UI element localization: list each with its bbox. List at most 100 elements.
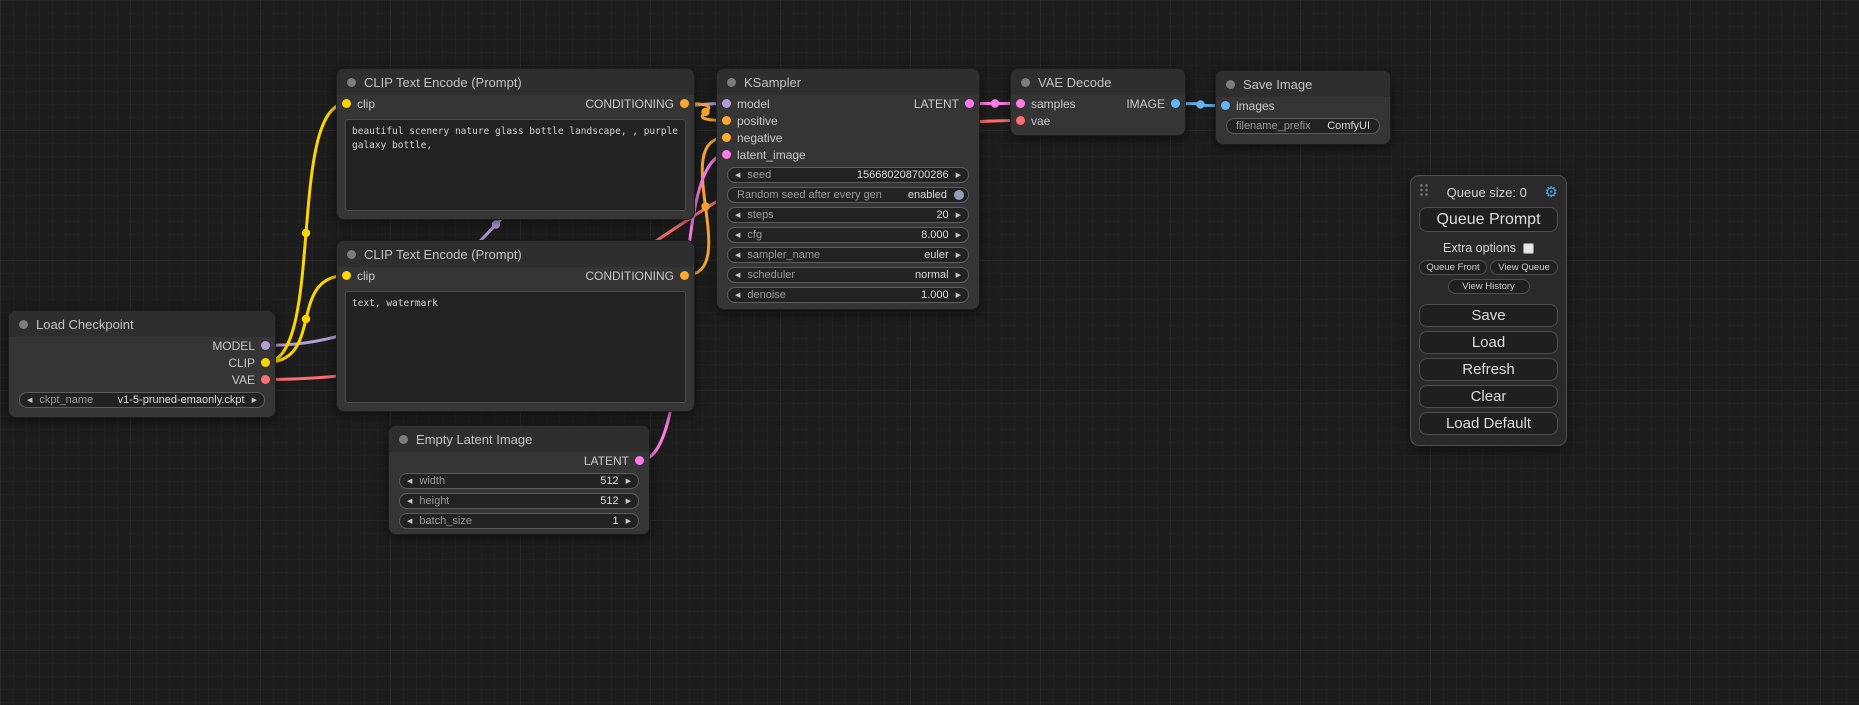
collapse-dot-icon[interactable] (347, 250, 356, 259)
node-title-bar[interactable]: KSampler (717, 69, 979, 95)
node-clip-text-encode-positive[interactable]: CLIP Text Encode (Prompt) clip CONDITION… (336, 68, 695, 220)
widget-ckpt-name[interactable]: ◀ ckpt_name v1-5-pruned-emaonly.ckpt ▶ (19, 392, 265, 408)
images-input-dot[interactable] (1221, 101, 1230, 110)
node-vae-decode[interactable]: VAE Decode samples IMAGE vae (1010, 68, 1186, 136)
vae-output-dot[interactable] (261, 375, 270, 384)
increment-arrow-icon[interactable]: ▶ (956, 252, 961, 259)
output-slot-conditioning[interactable]: CONDITIONING (585, 267, 689, 284)
increment-arrow-icon[interactable]: ▶ (626, 478, 631, 485)
queue-front-button[interactable]: Queue Front (1419, 260, 1487, 275)
node-clip-text-encode-negative[interactable]: CLIP Text Encode (Prompt) clip CONDITION… (336, 240, 695, 412)
node-title-bar[interactable]: Load Checkpoint (9, 311, 275, 337)
view-history-button[interactable]: View History (1448, 279, 1530, 294)
model-input-dot[interactable] (722, 99, 731, 108)
image-output-dot[interactable] (1171, 99, 1180, 108)
clear-button[interactable]: Clear (1419, 385, 1558, 408)
latent-output-dot[interactable] (965, 99, 974, 108)
drag-handle-icon[interactable] (1419, 183, 1429, 202)
input-slot-model[interactable]: model (722, 95, 770, 112)
decrement-arrow-icon[interactable]: ◀ (735, 172, 740, 179)
queue-prompt-button[interactable]: Queue Prompt (1419, 207, 1558, 232)
node-empty-latent-image[interactable]: Empty Latent Image LATENT ◀ width 512 ▶ … (388, 425, 650, 535)
collapse-dot-icon[interactable] (399, 435, 408, 444)
input-slot-clip[interactable]: clip (342, 267, 375, 284)
decrement-arrow-icon[interactable]: ◀ (735, 252, 740, 259)
increment-arrow-icon[interactable]: ▶ (956, 272, 961, 279)
output-slot-latent[interactable]: LATENT (914, 95, 974, 112)
vae-input-dot[interactable] (1016, 116, 1025, 125)
output-slot-vae[interactable]: VAE (232, 371, 270, 388)
input-slot-negative[interactable]: negative (722, 129, 782, 146)
input-slot-images[interactable]: images (1221, 97, 1275, 114)
widget-seed[interactable]: ◀ seed 156680208700286 ▶ (727, 167, 969, 183)
increment-arrow-icon[interactable]: ▶ (252, 397, 257, 404)
increment-arrow-icon[interactable]: ▶ (956, 212, 961, 219)
node-save-image[interactable]: Save Image images filename_prefix ComfyU… (1215, 70, 1391, 145)
input-slot-samples[interactable]: samples (1016, 95, 1076, 112)
increment-arrow-icon[interactable]: ▶ (626, 498, 631, 505)
increment-arrow-icon[interactable]: ▶ (956, 172, 961, 179)
node-title-bar[interactable]: CLIP Text Encode (Prompt) (337, 69, 694, 95)
latent-image-input-dot[interactable] (722, 150, 731, 159)
output-slot-conditioning[interactable]: CONDITIONING (585, 95, 689, 112)
collapse-dot-icon[interactable] (347, 78, 356, 87)
view-queue-button[interactable]: View Queue (1490, 260, 1558, 275)
extra-options-checkbox[interactable] (1523, 243, 1534, 254)
negative-input-dot[interactable] (722, 133, 731, 142)
refresh-button[interactable]: Refresh (1419, 358, 1558, 381)
decrement-arrow-icon[interactable]: ◀ (407, 498, 412, 505)
increment-arrow-icon[interactable]: ▶ (956, 292, 961, 299)
samples-input-dot[interactable] (1016, 99, 1025, 108)
conditioning-output-dot[interactable] (680, 99, 689, 108)
collapse-dot-icon[interactable] (727, 78, 736, 87)
output-slot-clip[interactable]: CLIP (228, 354, 270, 371)
clip-output-dot[interactable] (261, 358, 270, 367)
decrement-arrow-icon[interactable]: ◀ (735, 232, 740, 239)
decrement-arrow-icon[interactable]: ◀ (407, 478, 412, 485)
model-output-dot[interactable] (261, 341, 270, 350)
widget-cfg[interactable]: ◀ cfg 8.000 ▶ (727, 227, 969, 243)
decrement-arrow-icon[interactable]: ◀ (27, 397, 32, 404)
node-title-bar[interactable]: CLIP Text Encode (Prompt) (337, 241, 694, 267)
load-default-button[interactable]: Load Default (1419, 412, 1558, 435)
widget-steps[interactable]: ◀ steps 20 ▶ (727, 207, 969, 223)
load-button[interactable]: Load (1419, 331, 1558, 354)
settings-gear-icon[interactable]: ⚙ (1545, 185, 1558, 200)
collapse-dot-icon[interactable] (19, 320, 28, 329)
node-graph-canvas[interactable]: Load Checkpoint MODEL CLIP VAE ◀ ckpt_na… (0, 0, 1859, 705)
output-slot-model[interactable]: MODEL (212, 337, 270, 354)
negative-prompt-textarea[interactable]: text, watermark (345, 291, 686, 403)
widget-batch-size[interactable]: ◀ batch_size 1 ▶ (399, 513, 639, 529)
node-title-bar[interactable]: VAE Decode (1011, 69, 1185, 95)
clip-input-dot[interactable] (342, 271, 351, 280)
positive-prompt-textarea[interactable]: beautiful scenery nature glass bottle la… (345, 119, 686, 211)
node-title-bar[interactable]: Save Image (1216, 71, 1390, 97)
decrement-arrow-icon[interactable]: ◀ (407, 518, 412, 525)
input-slot-vae[interactable]: vae (1016, 112, 1050, 129)
output-slot-latent[interactable]: LATENT (584, 452, 644, 469)
widget-filename-prefix[interactable]: filename_prefix ComfyUI (1226, 118, 1380, 134)
increment-arrow-icon[interactable]: ▶ (626, 518, 631, 525)
latent-output-dot[interactable] (635, 456, 644, 465)
node-ksampler[interactable]: KSampler model LATENT positive negative (716, 68, 980, 310)
widget-width[interactable]: ◀ width 512 ▶ (399, 473, 639, 489)
clip-input-dot[interactable] (342, 99, 351, 108)
widget-height[interactable]: ◀ height 512 ▶ (399, 493, 639, 509)
decrement-arrow-icon[interactable]: ◀ (735, 212, 740, 219)
toggle-knob[interactable] (954, 190, 964, 200)
positive-input-dot[interactable] (722, 116, 731, 125)
widget-sampler-name[interactable]: ◀ sampler_name euler ▶ (727, 247, 969, 263)
widget-denoise[interactable]: ◀ denoise 1.000 ▶ (727, 287, 969, 303)
node-load-checkpoint[interactable]: Load Checkpoint MODEL CLIP VAE ◀ ckpt_na… (8, 310, 276, 418)
widget-random-seed-control[interactable]: Random seed after every gen enabled (727, 187, 969, 203)
conditioning-output-dot[interactable] (680, 271, 689, 280)
input-slot-latent-image[interactable]: latent_image (722, 146, 806, 163)
collapse-dot-icon[interactable] (1226, 80, 1235, 89)
input-slot-clip[interactable]: clip (342, 95, 375, 112)
save-button[interactable]: Save (1419, 304, 1558, 327)
queue-menu-panel[interactable]: Queue size: 0 ⚙ Queue Prompt Extra optio… (1410, 175, 1567, 446)
decrement-arrow-icon[interactable]: ◀ (735, 292, 740, 299)
widget-scheduler[interactable]: ◀ scheduler normal ▶ (727, 267, 969, 283)
input-slot-positive[interactable]: positive (722, 112, 778, 129)
output-slot-image[interactable]: IMAGE (1126, 95, 1180, 112)
